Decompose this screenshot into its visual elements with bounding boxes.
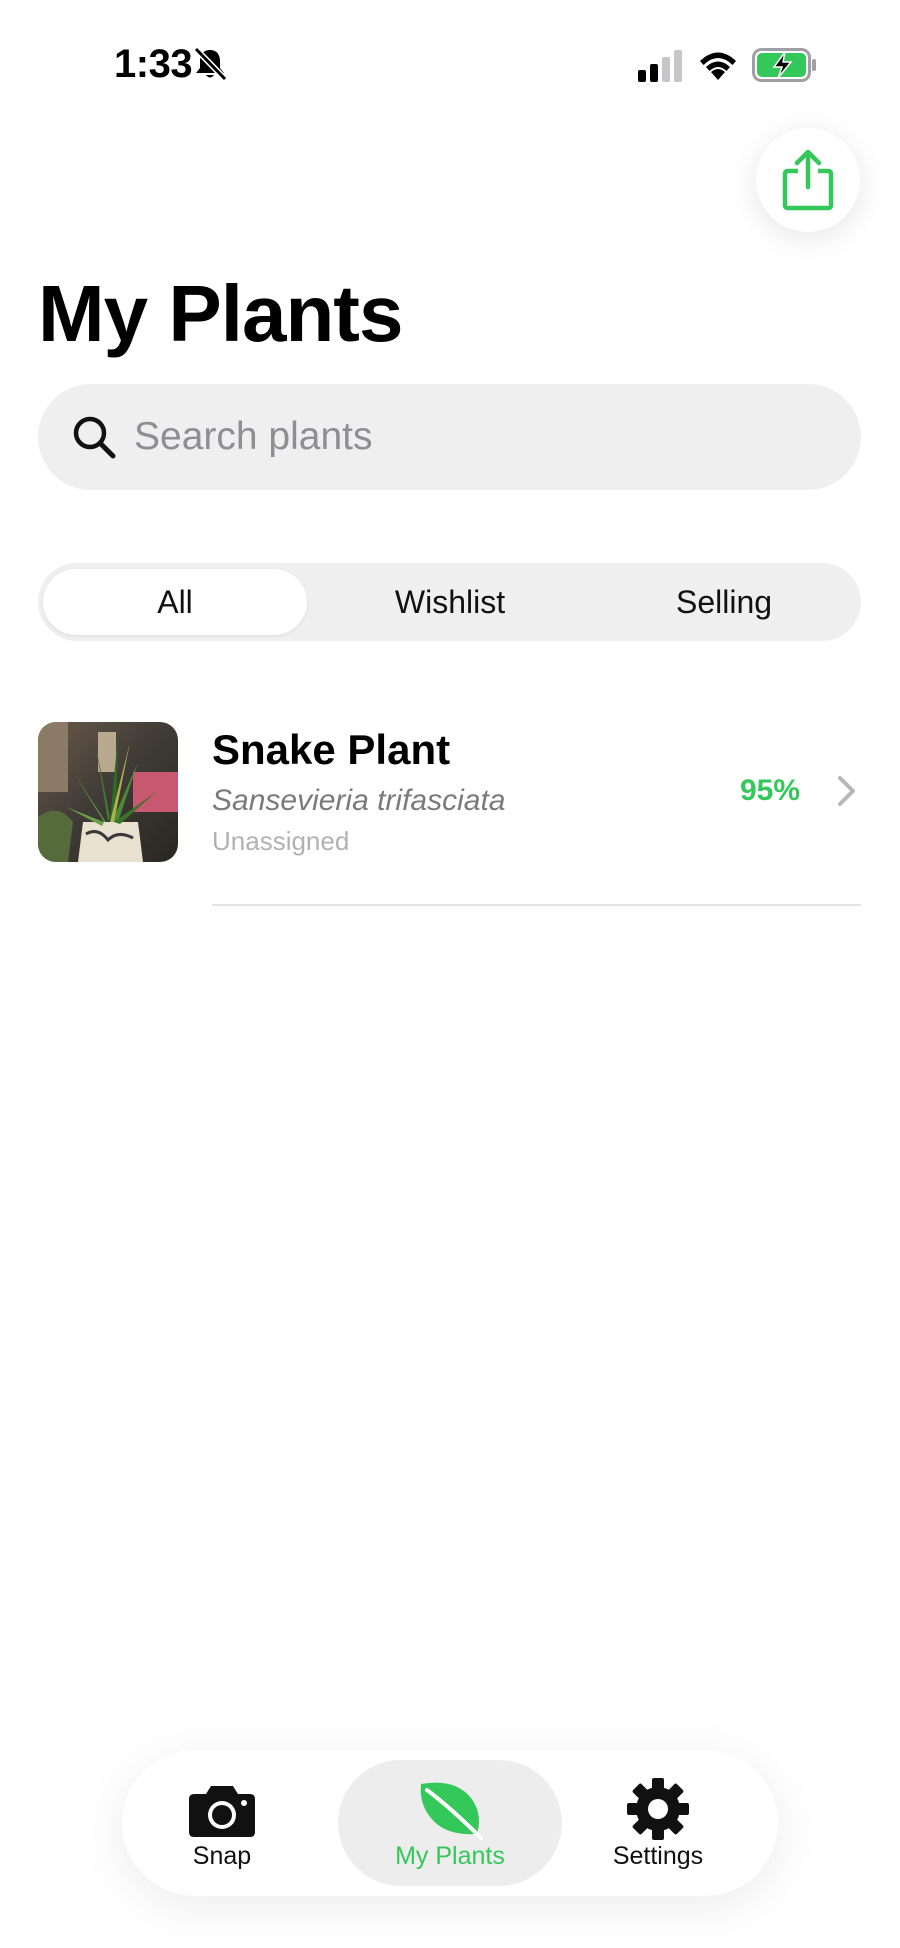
page-title: My Plants [38, 269, 403, 358]
tab-my-plants[interactable]: My Plants [338, 1760, 562, 1886]
share-icon [782, 149, 834, 211]
search-icon [73, 416, 116, 459]
camera-icon [189, 1786, 255, 1837]
plant-name: Snake Plant [212, 726, 451, 773]
bell-slash-icon [193, 46, 228, 82]
row-divider [212, 904, 861, 906]
status-bar: 1:33 [0, 0, 900, 130]
gear-icon [627, 1778, 689, 1840]
tab-label-my-plants: My Plants [395, 1842, 505, 1870]
tab-bar: Snap My Plants Settings [122, 1750, 778, 1896]
chevron-right-icon [838, 776, 855, 806]
signal-icon [638, 50, 682, 82]
plant-list-item[interactable]: Snake Plant Sansevieria trifasciata Unas… [0, 720, 900, 910]
status-time: 1:33 [114, 42, 193, 86]
tab-snap[interactable]: Snap [122, 1760, 322, 1886]
filter-tab-all[interactable]: All [43, 569, 307, 635]
tab-label-snap: Snap [192, 1842, 252, 1870]
wifi-icon [700, 52, 736, 80]
filter-tab-wishlist[interactable]: Wishlist [318, 569, 582, 635]
plant-group: Unassigned [212, 826, 350, 856]
share-button[interactable] [756, 128, 860, 232]
plant-thumbnail [38, 722, 178, 862]
search-bar[interactable] [38, 384, 861, 490]
tab-label-settings: Settings [612, 1842, 704, 1870]
tab-settings[interactable]: Settings [558, 1760, 758, 1886]
filter-segmented-control: All Wishlist Selling [38, 563, 861, 641]
battery-charging-icon [752, 48, 816, 82]
filter-tab-selling[interactable]: Selling [592, 569, 856, 635]
plant-scientific-name: Sansevieria trifasciata [212, 784, 506, 817]
search-input[interactable] [134, 384, 814, 490]
leaf-icon [420, 1782, 483, 1840]
plant-score: 95% [740, 774, 801, 807]
